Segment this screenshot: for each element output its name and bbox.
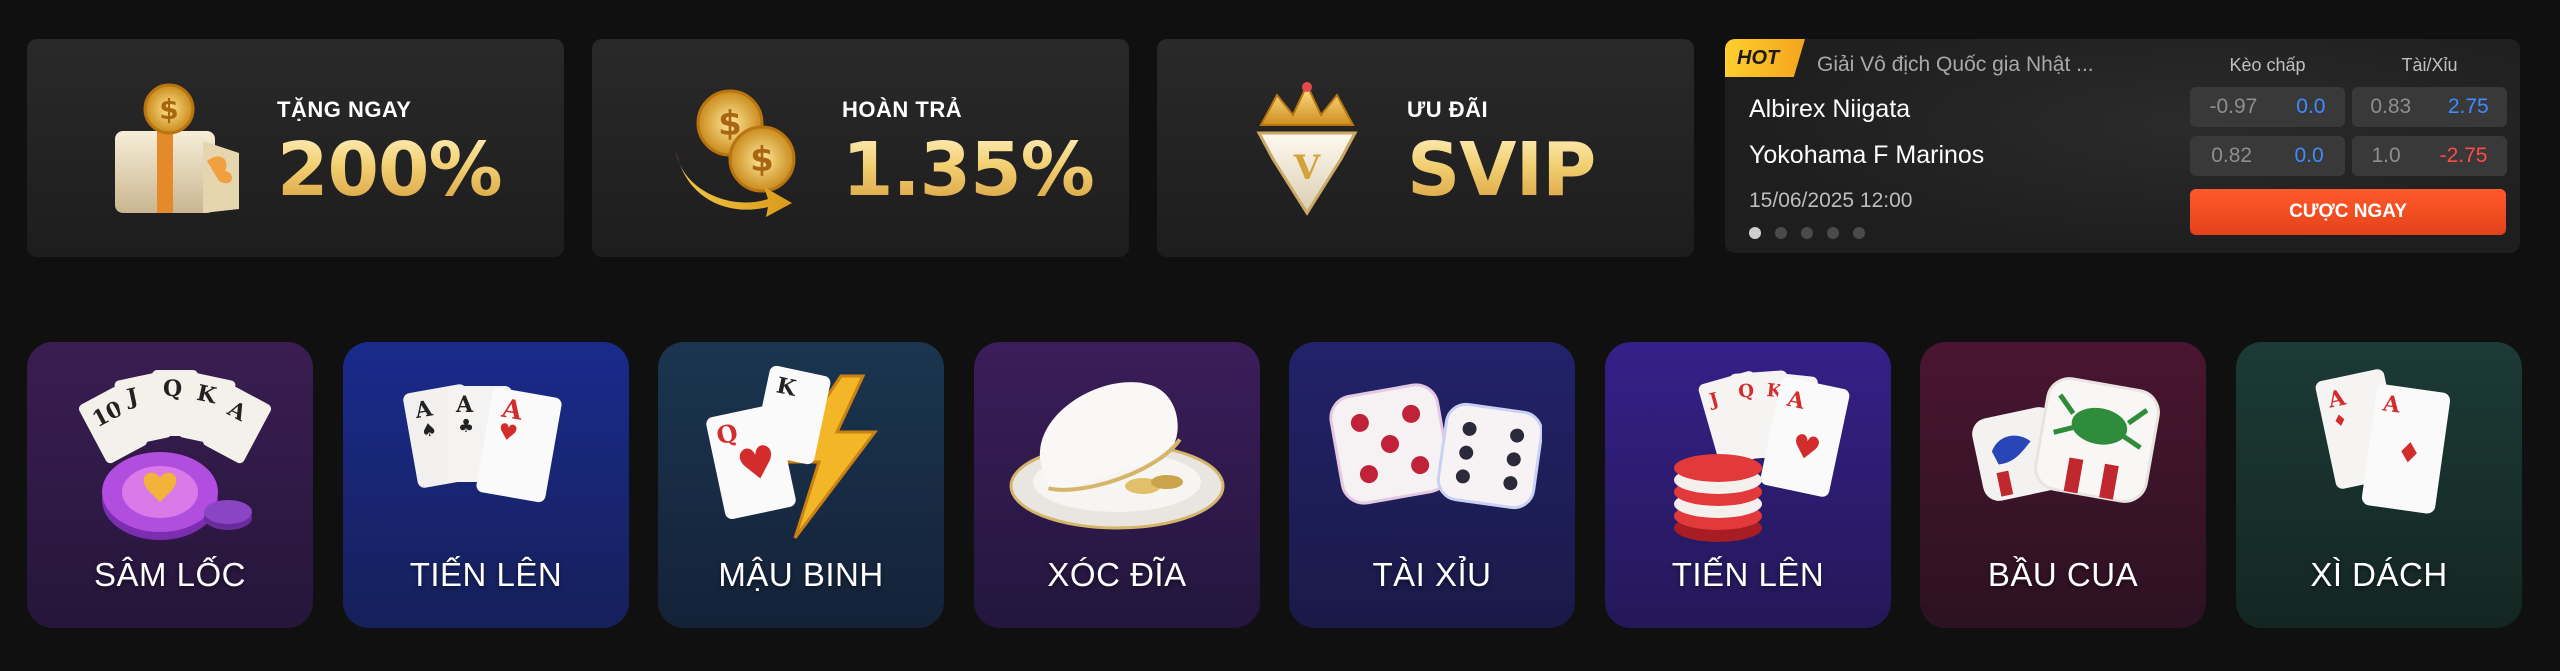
game-label: XÌ DÁCH [2310, 556, 2448, 593]
game-tile-sam-loc[interactable]: 10 J Q K A SÂM LỐC [27, 342, 313, 628]
svg-text:♦: ♦ [2394, 435, 2423, 471]
carousel-dot[interactable] [1801, 227, 1813, 239]
carousel-dot[interactable] [1749, 227, 1761, 239]
poker-cards-chip-icon: 10 J Q K A [78, 370, 272, 540]
match-datetime: 15/06/2025 12:00 [1749, 189, 1913, 212]
odds-value: 1.0 [2371, 144, 2401, 167]
odds-value: 0.83 [2370, 95, 2412, 118]
game-label: TIẾN LÊN [409, 556, 563, 593]
promo-card-cashback[interactable]: $ $ HOÀN TRẢ 1.35% [592, 39, 1129, 257]
carousel-dot[interactable] [1827, 227, 1839, 239]
svg-text:Q: Q [163, 376, 182, 402]
promo-value: SVIP [1407, 127, 1596, 213]
odds-handicap-home[interactable]: -0.97 0.0 [2190, 87, 2345, 127]
dice-icon [1329, 383, 1542, 510]
bowl-plate-icon [1009, 382, 1225, 530]
odds-line: 2.75 [2447, 95, 2489, 118]
svg-text:$: $ [750, 140, 774, 180]
league-name: Giải Vô địch Quốc gia Nhật ... [1817, 53, 2094, 76]
coins-arrow-icon: $ $ [676, 89, 796, 217]
cards-chips-icon: J Q K A ♥ [1674, 370, 1850, 542]
odds-overunder-home[interactable]: 0.83 2.75 [2352, 87, 2507, 127]
handicap-header: Kèo chấp [2229, 55, 2306, 75]
promo-label: HOÀN TRẢ [842, 97, 963, 122]
hot-match-card[interactable]: HOT Giải Vô địch Quốc gia Nhật ... Albir… [1725, 39, 2520, 253]
game-tile-tai-xiu[interactable]: TÀI XỈU [1289, 342, 1575, 628]
bet-now-button[interactable]: CƯỢC NGAY [2190, 189, 2506, 235]
promo-value: 200% [277, 127, 503, 213]
carousel-dot[interactable] [1775, 227, 1787, 239]
home-team: Albirex Niigata [1749, 95, 1911, 123]
odds-line: 0.0 [2294, 144, 2324, 167]
svg-text:Q: Q [1738, 380, 1755, 402]
carousel-dots[interactable] [1749, 227, 1865, 239]
promo-label: TẶNG NGAY [277, 97, 412, 122]
game-tile-mau-binh[interactable]: K Q ♥ MẬU BINH [658, 342, 944, 628]
overunder-header: Tài/Xỉu [2401, 55, 2458, 75]
promo-card-vip[interactable]: V ƯU ĐÃI SVIP [1157, 39, 1694, 257]
game-label: TIẾN LÊN [1671, 556, 1825, 593]
svg-text:A: A [455, 392, 474, 418]
promo-label: ƯU ĐÃI [1407, 97, 1489, 122]
crab-dice-icon [1972, 377, 2160, 503]
three-aces-icon: A ♠ A ♣ A ♥ [403, 384, 562, 503]
game-tile-xoc-dia[interactable]: XÓC ĐĨA [974, 342, 1260, 628]
away-team: Yokohama F Marinos [1749, 141, 1985, 169]
gift-box-coin-icon: $ [115, 83, 239, 213]
game-tile-xi-dach[interactable]: A ♦ A ♦ XÌ DÁCH [2236, 342, 2522, 628]
hot-badge: HOT [1725, 39, 1805, 77]
promo-value: 1.35% [842, 127, 1095, 213]
game-tile-bau-cua[interactable]: BẦU CUA [1920, 342, 2206, 628]
odds-line: -2.75 [2439, 144, 2488, 167]
odds-value: 0.82 [2211, 144, 2253, 167]
carousel-dot[interactable] [1853, 227, 1865, 239]
game-tile-tien-len-2[interactable]: J Q K A ♥ TIẾN LÊN [1605, 342, 1891, 628]
game-label: SÂM LỐC [93, 556, 247, 593]
svg-text:♣: ♣ [458, 416, 474, 437]
odds-value: -0.97 [2209, 95, 2258, 118]
game-label: TÀI XỈU [1372, 556, 1492, 593]
game-label: BẦU CUA [1987, 556, 2139, 593]
game-label: XÓC ĐĨA [1047, 556, 1187, 593]
game-tile-tien-len[interactable]: A ♠ A ♣ A ♥ TIẾN LÊN [343, 342, 629, 628]
svg-text:V: V [1293, 148, 1321, 188]
promo-card-bonus[interactable]: $ TẶNG NGAY 200% [27, 39, 564, 257]
svg-text:$: $ [159, 93, 178, 126]
odds-overunder-away[interactable]: 1.0 -2.75 [2352, 136, 2507, 176]
queen-king-lightning-icon: K Q ♥ [706, 365, 879, 539]
odds-line: 0.0 [2296, 95, 2326, 118]
crown-diamond-icon: V [1256, 82, 1358, 216]
game-label: MẬU BINH [718, 556, 884, 593]
odds-handicap-away[interactable]: 0.82 0.0 [2190, 136, 2345, 176]
two-aces-icon: A ♦ A ♦ [2315, 369, 2451, 514]
